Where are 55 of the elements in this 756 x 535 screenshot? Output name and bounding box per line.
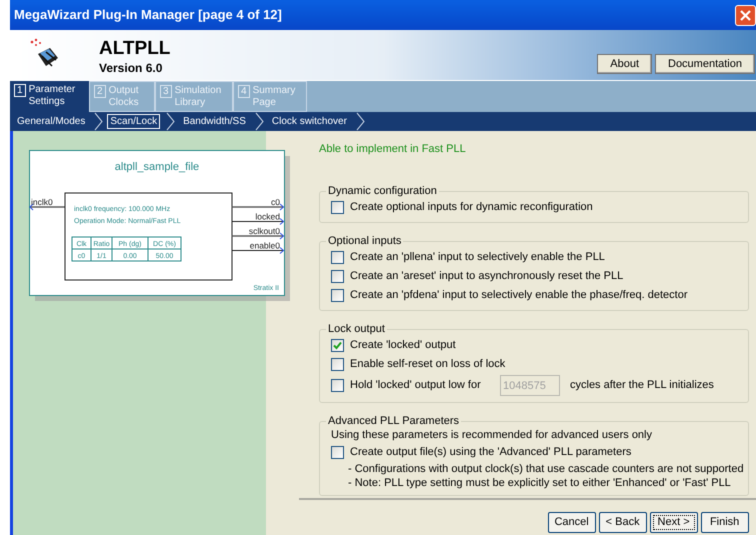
subtab[interactable]: Bandwidth/SS (180, 114, 249, 129)
wizard-button[interactable]: Finish (700, 512, 749, 533)
header-button[interactable]: Documentation (655, 54, 755, 74)
checkbox-label: Create an 'pllena' input to selectively enable the PLL (350, 250, 605, 266)
checkbox-label: Hold 'locked' output low for (350, 378, 482, 394)
chevron-icon (94, 112, 104, 131)
checkbox[interactable] (331, 289, 344, 302)
subtab[interactable]: Scan/Lock (107, 114, 160, 129)
product-name: ALTPLL (99, 38, 170, 60)
checkbox-label: Enable self-reset on loss of lock (350, 357, 506, 372)
status-message: Able to implement in Fast PLL (319, 142, 467, 156)
chevron-icon (254, 112, 265, 131)
checkbox-label: Create 'locked' output (350, 338, 456, 354)
checkbox[interactable] (331, 201, 344, 214)
port-label: inclk0 (31, 197, 53, 207)
close-button[interactable] (735, 4, 756, 26)
output-port-line (232, 218, 284, 225)
checkbox[interactable] (331, 339, 344, 352)
version-label: Version 6.0 (99, 60, 164, 76)
group-title: Lock output (327, 322, 386, 336)
wizard-button[interactable]: < Back (598, 512, 647, 533)
group-title: Dynamic configuration (327, 184, 438, 198)
wizard-button[interactable]: Cancel (548, 512, 596, 533)
checkbox[interactable] (331, 446, 344, 459)
chevron-icon (166, 112, 176, 131)
output-port-line (232, 204, 284, 210)
checkbox-label: Create an 'areset' input to asynchronously reset the PLL (350, 269, 624, 284)
chevron-icon (356, 112, 366, 131)
checkbox-label: Create output file(s) using the 'Advanced' PLL parameters (350, 445, 632, 460)
input-port-line (29, 204, 65, 210)
close-icon (740, 10, 751, 20)
description-text: Using these parameters is recommended for advanced users only (331, 428, 653, 443)
checkbox[interactable] (331, 270, 344, 283)
port-label: c0 (271, 197, 280, 207)
subtab[interactable]: Clock switchover (268, 114, 350, 129)
wizard-button[interactable]: Next > (650, 512, 698, 533)
header-button[interactable]: About (597, 54, 652, 74)
port-label: sclkout0 (248, 226, 280, 236)
subtab[interactable]: General/Modes (14, 114, 88, 129)
field-suffix: cycles after the PLL initializes (570, 378, 714, 394)
checkbox-label: Create an 'pfdena' input to selectively enable the phase/freq. detector (350, 288, 688, 304)
wizard-step-tab[interactable]: 1 Parameter Settings (10, 81, 89, 112)
note-text: - Note: PLL type setting must be explicitly set to either 'Enhanced' or 'Fast' PLL (347, 476, 732, 490)
port-label: locked (255, 212, 280, 222)
group-title: Optional inputs (327, 234, 402, 248)
group-title: Advanced PLL Parameters (327, 414, 460, 428)
checkbox-label: Create optional inputs for dynamic reconfiguration (350, 200, 593, 216)
port-label: enable0 (250, 240, 280, 250)
window-title: MegaWizard Plug-In Manager [page 4 of 12] (14, 6, 282, 24)
note-text: - Configurations with output clock(s) that use cascade counters are not supported (347, 462, 744, 476)
checkbox[interactable] (331, 358, 344, 371)
output-port-line (232, 247, 284, 254)
block-title: altpll_sample_file (114, 161, 200, 173)
output-port-line (232, 232, 284, 240)
checkbox[interactable] (331, 251, 344, 264)
